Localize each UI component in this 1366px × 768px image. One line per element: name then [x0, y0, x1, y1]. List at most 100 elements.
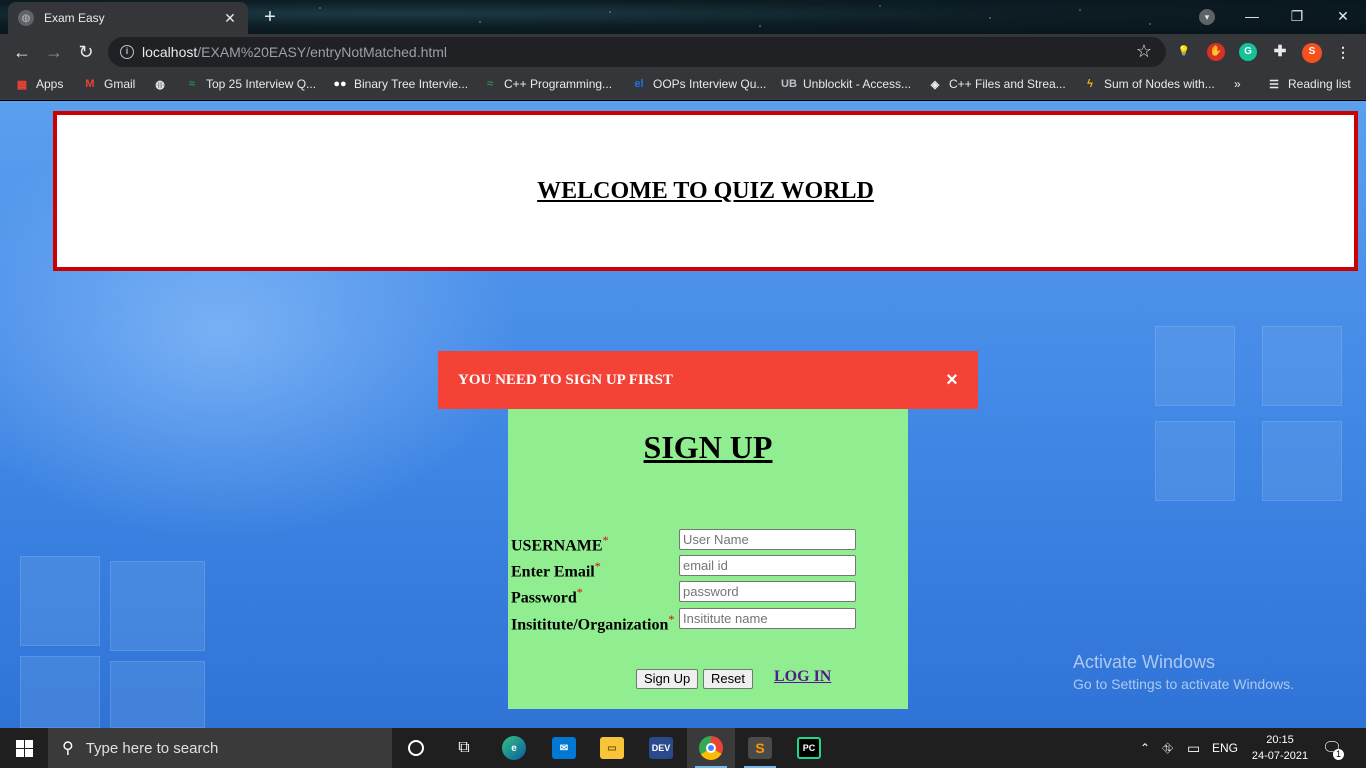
search-icon: ⚲ [62, 740, 74, 757]
language-indicator[interactable]: ENG [1212, 728, 1238, 768]
bookmark-apps[interactable]: ▦ Apps [14, 70, 64, 98]
bookmark-sum-of-nodes[interactable]: ϟ Sum of Nodes with... [1082, 70, 1215, 98]
bookmark-cpp-programming[interactable]: ≈ C++ Programming... [482, 70, 612, 98]
institute-input[interactable] [679, 608, 856, 629]
activate-windows-watermark: Activate Windows Go to Settings to activ… [1073, 652, 1294, 692]
close-icon[interactable]: ✕ [222, 10, 238, 27]
notification-count: 1 [1333, 749, 1344, 760]
activate-subtitle: Go to Settings to activate Windows. [1073, 676, 1294, 692]
search-placeholder: Type here to search [85, 739, 219, 757]
reading-list-icon: ☰ [1269, 78, 1279, 91]
restore-button[interactable]: ❐ [1285, 5, 1309, 27]
required-marker: * [668, 612, 675, 626]
browser-tab[interactable]: ◍ Exam Easy ✕ [8, 2, 248, 34]
url-path: /EXAM%20EASY/entryNotMatched.html [197, 44, 448, 60]
address-bar[interactable]: i localhost /EXAM%20EASY/entryNotMatched… [108, 37, 1166, 67]
signup-form: SIGN UP USERNAME* Enter Email* Password*… [508, 409, 908, 709]
bookmark-label: OOPs Interview Qu... [653, 77, 767, 91]
tab-search-icon[interactable]: ▾ [1199, 9, 1215, 25]
clock-time: 20:15 [1266, 734, 1294, 746]
reading-list-label: Reading list [1288, 77, 1351, 91]
start-button[interactable] [0, 728, 48, 768]
file-explorer-icon[interactable]: ▭ [588, 728, 636, 768]
reload-icon[interactable]: ↻ [74, 40, 98, 64]
wallpaper-tile [1262, 421, 1342, 501]
battery-icon[interactable]: ▭ [1187, 728, 1200, 768]
pycharm-icon[interactable]: PC [785, 728, 833, 768]
bookmark-unblockit[interactable]: UB Unblockit - Access... [781, 70, 911, 98]
email-input[interactable] [679, 555, 856, 576]
bookmark-binary-tree[interactable]: ●● Binary Tree Intervie... [332, 70, 468, 98]
wallpaper-tile [1155, 421, 1235, 501]
form-row-email: Enter Email* [511, 555, 901, 581]
mail-icon[interactable]: ✉ [540, 728, 588, 768]
bookmark-label: Unblockit - Access... [803, 77, 912, 91]
bookmark-top25[interactable]: ≈ Top 25 Interview Q... [184, 70, 316, 98]
globe-icon: ◍ [155, 78, 165, 91]
bookmarks-overflow-chevron-icon[interactable]: » [1234, 70, 1241, 98]
flash-icon: ϟ [1087, 78, 1093, 90]
edge-icon[interactable]: e [490, 728, 538, 768]
bookmark-oops[interactable]: el OOPs Interview Qu... [631, 70, 766, 98]
ub-icon: UB [781, 78, 797, 90]
login-link[interactable]: LOG IN [774, 668, 831, 686]
required-marker: * [576, 585, 583, 599]
reading-list[interactable]: ☰ Reading list [1266, 70, 1351, 98]
grammarly-extension-icon[interactable]: G [1239, 43, 1257, 61]
devcpp-icon[interactable]: DEV [637, 728, 685, 768]
minimize-button[interactable]: — [1240, 5, 1264, 27]
el-icon: el [634, 78, 644, 90]
wallpaper-tile [1155, 326, 1235, 406]
bookmark-label: C++ Files and Strea... [949, 77, 1066, 91]
field-label: USERNAME* [511, 533, 609, 555]
adblock-extension-icon[interactable]: ✋ [1207, 43, 1225, 61]
profile-avatar[interactable]: S [1302, 43, 1322, 63]
network-icon[interactable]: ⛗ [1162, 728, 1173, 768]
error-alert: YOU NEED TO SIGN UP FIRST × [438, 351, 978, 409]
page-title: WELCOME TO QUIZ WORLD [537, 177, 874, 204]
close-icon[interactable]: × [942, 369, 962, 392]
task-view-icon[interactable]: ⧉ [440, 728, 488, 768]
signup-button[interactable]: Sign Up [636, 669, 699, 689]
wallpaper-tile [110, 661, 205, 728]
bookmark-cpp-files[interactable]: ◈ C++ Files and Strea... [927, 70, 1066, 98]
globe-icon: ◍ [18, 10, 34, 26]
extensions-puzzle-icon[interactable]: ✚ [1271, 43, 1289, 61]
back-arrow-icon[interactable]: ← [10, 40, 34, 64]
field-label: Enter Email* [511, 559, 601, 581]
taskbar-search[interactable]: ⚲ Type here to search [48, 728, 392, 768]
bookmark-star-icon[interactable]: ☆ [1136, 41, 1152, 62]
chrome-icon[interactable] [687, 728, 735, 768]
cortana-icon[interactable] [392, 728, 440, 768]
notification-center-icon[interactable]: 🗨 1 [1322, 738, 1344, 760]
required-marker: * [602, 533, 609, 547]
url-host: localhost [142, 44, 198, 60]
forward-arrow-icon[interactable]: → [42, 40, 66, 64]
form-row-username: USERNAME* [511, 529, 901, 555]
taskbar: ⚲ Type here to search ⧉ e ✉ ▭ DEV S PC ⌃… [0, 728, 1366, 768]
username-input[interactable] [679, 529, 856, 550]
sublime-text-icon[interactable]: S [736, 728, 784, 768]
wallpaper-tile [20, 656, 100, 728]
windows-logo-icon [15, 739, 33, 757]
show-hidden-icons[interactable]: ⌃ [1140, 728, 1150, 768]
more-menu-icon[interactable]: ⋮ [1334, 43, 1352, 61]
signup-title: SIGN UP [643, 429, 773, 465]
alert-message: YOU NEED TO SIGN UP FIRST [458, 371, 673, 388]
reset-button[interactable]: Reset [703, 669, 753, 689]
gmail-icon: M [85, 78, 95, 90]
taskbar-clock[interactable]: 20:15 24-07-2021 [1248, 732, 1312, 764]
bookmarks-bar: ▦ Apps M Gmail ◍ ≈ Top 25 Interview Q...… [0, 70, 1366, 100]
form-row-password: Password* [511, 581, 901, 607]
browser-toolbar: ← → ↻ i localhost /EXAM%20EASY/entryNotM… [0, 34, 1366, 70]
bookmark-globe[interactable]: ◍ [152, 70, 174, 98]
lightbulb-extension-icon[interactable]: 💡 [1175, 43, 1193, 61]
required-marker: * [594, 559, 601, 573]
field-label: Password* [511, 585, 583, 607]
window-close-button[interactable]: ✕ [1331, 5, 1355, 27]
new-tab-button[interactable]: + [259, 6, 281, 28]
wallpaper-tile [20, 556, 100, 646]
info-icon[interactable]: i [120, 45, 134, 59]
password-input[interactable] [679, 581, 856, 602]
bookmark-gmail[interactable]: M Gmail [82, 70, 135, 98]
